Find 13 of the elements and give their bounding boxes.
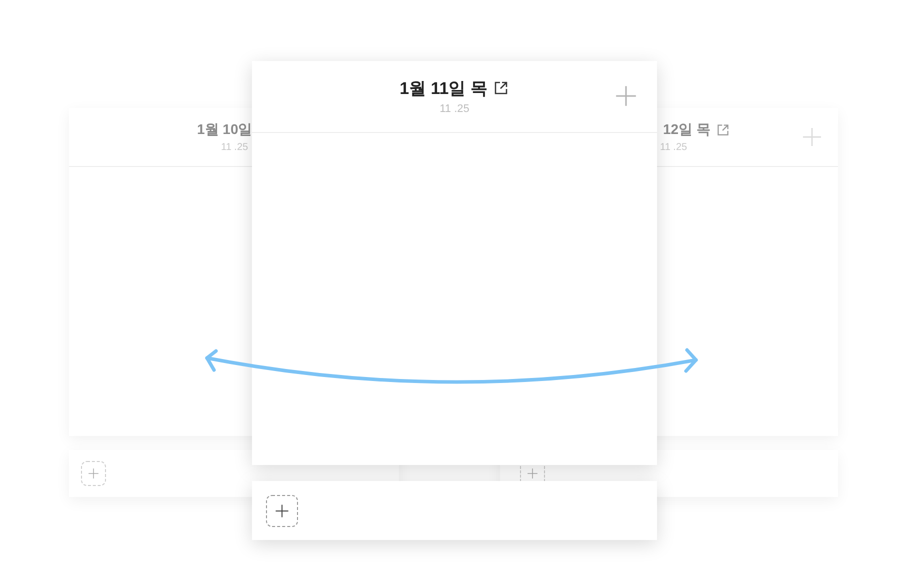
add-item-button[interactable] [266, 494, 298, 526]
external-link-icon[interactable] [493, 80, 510, 96]
day-title: 1월 11일 목 [400, 78, 488, 100]
plus-icon [615, 85, 637, 107]
add-button[interactable] [802, 127, 822, 147]
plus-icon [88, 468, 99, 479]
day-title: 1월 10일 [197, 120, 252, 139]
plus-icon [275, 504, 289, 518]
add-button[interactable] [615, 85, 637, 107]
plus-icon [802, 127, 822, 147]
day-date: 11 .25 [440, 102, 470, 117]
day-title: 12일 목 [663, 120, 710, 139]
plus-icon [527, 468, 538, 479]
